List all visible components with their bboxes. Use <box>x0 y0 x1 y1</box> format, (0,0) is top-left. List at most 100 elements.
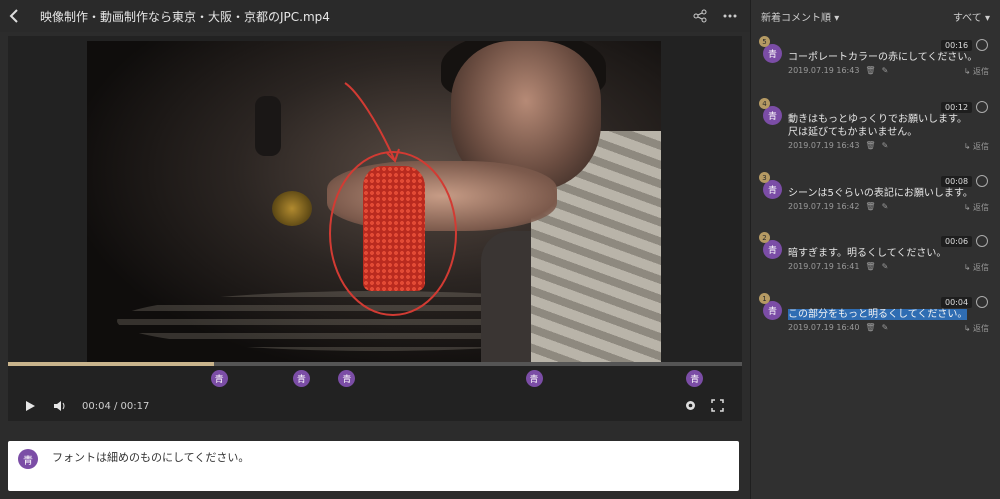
resolve-checkbox[interactable] <box>976 235 988 247</box>
chevron-left-icon <box>9 9 18 23</box>
edit-icon[interactable]: ✎ <box>882 66 889 75</box>
reply-label: 返信 <box>973 203 989 212</box>
comment-text: 暗すぎます。明るくしてください。 <box>788 247 988 260</box>
reply-label: 返信 <box>973 263 989 272</box>
edit-icon[interactable]: ✎ <box>882 262 889 271</box>
edit-icon[interactable]: ✎ <box>882 202 889 211</box>
comment-item[interactable]: 青 2 00:06 暗すぎます。明るくしてください。 2019.07.19 16:41 🗑… <box>751 232 1000 294</box>
settings-button[interactable] <box>684 397 697 416</box>
trash-icon[interactable]: 🗑 <box>865 323 875 332</box>
player-controls: 00:04 / 00:17 <box>8 394 742 418</box>
more-dots-icon <box>723 14 737 18</box>
sort-label: 新着コメント順 <box>761 12 831 24</box>
progress-bar[interactable] <box>8 362 742 366</box>
comment-timestamp[interactable]: 00:04 <box>941 297 973 308</box>
comment-meta: 2019.07.19 16:40 🗑 ✎ <box>788 323 888 332</box>
trash-icon[interactable]: 🗑 <box>865 262 875 271</box>
share-button[interactable] <box>692 8 708 24</box>
comment-text: コーポレートカラーの赤にしてください。 <box>788 51 988 64</box>
timeline-comment-marker[interactable]: 青 <box>525 370 543 387</box>
avatar: 青 <box>763 180 782 199</box>
annotation-circle <box>329 151 457 316</box>
comment-item[interactable]: 青 1 00:04 この部分をもっと明るくしてください。 2019.07.19 16:4… <box>751 293 1000 355</box>
timeline-comment-marker[interactable]: 青 <box>686 370 704 387</box>
time-display: 00:04 / 00:17 <box>82 400 150 412</box>
comment-item[interactable]: 青 5 00:16 コーポレートカラーの赤にしてください。 2019.07.19 16:… <box>751 36 1000 98</box>
comment-text: シーンは5ぐらいの表記にお願いします。 <box>788 187 988 200</box>
trash-icon[interactable]: 🗑 <box>865 141 875 150</box>
volume-button[interactable] <box>52 398 68 414</box>
annotation-arrow <box>344 82 400 163</box>
play-button[interactable] <box>22 398 38 414</box>
top-bar: 映像制作・動画制作なら東京・大阪・京都のJPC.mp4 <box>0 0 750 32</box>
filter-dropdown[interactable]: すべて ▾ <box>953 9 990 24</box>
more-options-button[interactable] <box>722 8 738 24</box>
avatar: 青 <box>763 44 782 63</box>
resolve-checkbox[interactable] <box>976 39 988 51</box>
reply-button[interactable]: ↳ 返信 <box>964 262 989 273</box>
comment-input-text[interactable]: フォントは細めのものにしてください。 <box>52 449 249 465</box>
comment-text: この部分をもっと明るくしてください。 <box>788 308 988 321</box>
comment-number-badge: 3 <box>759 172 770 183</box>
chevron-down-icon: ▾ <box>834 12 840 24</box>
comment-meta: 2019.07.19 16:41 🗑 ✎ <box>788 262 888 271</box>
reply-button[interactable]: ↳ 返信 <box>964 323 989 334</box>
resolve-checkbox[interactable] <box>976 296 988 308</box>
reply-arrow-icon: ↳ <box>963 263 973 272</box>
comment-number-badge: 4 <box>759 98 770 109</box>
avatar: 青 <box>18 449 38 469</box>
comment-number-badge: 1 <box>759 293 770 304</box>
video-title: 映像制作・動画制作なら東京・大阪・京都のJPC.mp4 <box>40 9 330 24</box>
avatar: 青 <box>763 240 782 259</box>
comment-date: 2019.07.19 16:41 <box>788 262 860 271</box>
comment-text-line: コーポレートカラーの赤にしてください。 <box>788 52 978 63</box>
comment-text: 動きはもっとゆっくりでお願いします。 尺は延びてもかまいません。 <box>788 113 988 139</box>
avatar: 青 <box>763 106 782 125</box>
video-frame[interactable] <box>87 41 661 366</box>
resolve-checkbox[interactable] <box>976 175 988 187</box>
comment-timestamp[interactable]: 00:06 <box>941 236 973 247</box>
comments-panel: 新着コメント順 ▾ すべて ▾ 青 5 00:16 コーポレートカラーの赤にしてくださ… <box>750 0 1000 499</box>
sort-dropdown[interactable]: 新着コメント順 ▾ <box>761 9 839 24</box>
reply-arrow-icon: ↳ <box>963 324 973 333</box>
reply-label: 返信 <box>973 67 989 76</box>
comment-date: 2019.07.19 16:43 <box>788 141 860 150</box>
edit-icon[interactable]: ✎ <box>882 323 889 332</box>
reply-button[interactable]: ↳ 返信 <box>964 202 989 213</box>
resolve-checkbox[interactable] <box>976 101 988 113</box>
comment-input[interactable]: 青 フォントは細めのものにしてください。 <box>8 441 739 491</box>
reply-arrow-icon: ↳ <box>963 142 973 151</box>
comment-text-line: この部分をもっと明るくしてください。 <box>788 309 968 320</box>
filter-label: すべて <box>952 12 982 24</box>
comment-date: 2019.07.19 16:43 <box>788 66 860 75</box>
edit-icon[interactable]: ✎ <box>882 141 889 150</box>
comment-text-line: シーンは5ぐらいの表記にお願いします。 <box>788 188 973 199</box>
comment-text-line: 尺は延びてもかまいません。 <box>788 127 918 138</box>
comment-number-badge: 2 <box>759 232 770 243</box>
reply-button[interactable]: ↳ 返信 <box>964 141 989 152</box>
comment-item[interactable]: 青 3 00:08 シーンは5ぐらいの表記にお願いします。 2019.07.19 16:… <box>751 172 1000 234</box>
comments-header: 新着コメント順 ▾ すべて ▾ <box>751 0 1000 32</box>
fullscreen-button[interactable] <box>711 397 724 416</box>
timeline-comment-marker[interactable]: 青 <box>210 370 228 387</box>
comment-timestamp[interactable]: 00:12 <box>941 102 973 113</box>
reply-button[interactable]: ↳ 返信 <box>964 66 989 77</box>
reply-arrow-icon: ↳ <box>963 67 973 76</box>
timeline-comment-marker[interactable]: 青 <box>292 370 310 387</box>
comment-timestamp[interactable]: 00:16 <box>941 40 973 51</box>
trash-icon[interactable]: 🗑 <box>865 66 875 75</box>
timeline-comment-marker[interactable]: 青 <box>338 370 356 387</box>
comment-meta: 2019.07.19 16:43 🗑 ✎ <box>788 66 888 75</box>
comment-meta: 2019.07.19 16:42 🗑 ✎ <box>788 202 888 211</box>
comment-date: 2019.07.19 16:42 <box>788 202 860 211</box>
video-player: 青 青 青 青 青 00:04 / 00:17 <box>8 36 742 421</box>
gear-icon <box>686 400 695 410</box>
comment-meta: 2019.07.19 16:43 🗑 ✎ <box>788 141 888 150</box>
trash-icon[interactable]: 🗑 <box>865 202 875 211</box>
back-button[interactable] <box>0 0 28 32</box>
reply-label: 返信 <box>973 142 989 151</box>
progress-fill <box>8 362 214 366</box>
fullscreen-icon <box>711 398 724 412</box>
comment-item[interactable]: 青 4 00:12 動きはもっとゆっくりでお願いします。 尺は延びてもかまいません。 20… <box>751 98 1000 160</box>
comment-timestamp[interactable]: 00:08 <box>941 176 973 187</box>
